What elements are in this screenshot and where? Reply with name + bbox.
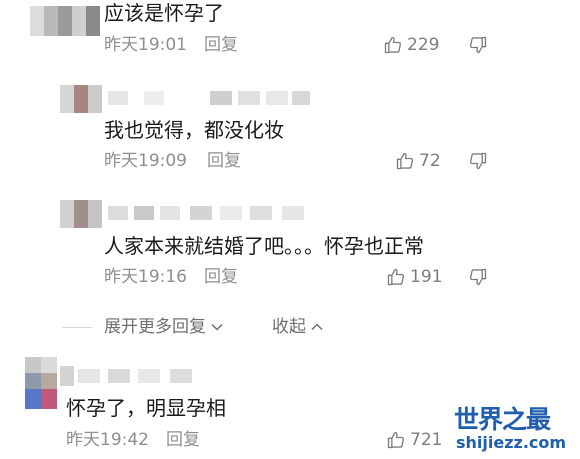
like-count: 191 — [410, 267, 443, 287]
comment-text: 应该是怀孕了 — [104, 1, 224, 25]
username-pixelated-4 — [60, 366, 210, 386]
expand-replies-label: 展开更多回复 — [104, 317, 206, 337]
comment-time: 昨天19:16 — [104, 267, 187, 287]
reply-button[interactable]: 回复 — [204, 35, 238, 55]
thumbs-up-icon — [384, 36, 402, 54]
like-count: 721 — [410, 430, 443, 450]
watermark-url: shijiezz.com — [456, 433, 567, 452]
username-pixelated-3 — [60, 200, 310, 228]
like-button[interactable]: 229 — [383, 34, 439, 56]
like-button[interactable]: 721 — [386, 429, 442, 451]
comment-time: 昨天19:09 — [104, 151, 187, 171]
reply-button[interactable]: 回复 — [166, 430, 200, 450]
comment-text: 怀孕了，明显孕相 — [66, 396, 226, 420]
thumbs-up-icon — [387, 431, 405, 449]
thumbs-up-icon — [396, 152, 414, 170]
like-count: 72 — [419, 151, 441, 171]
avatar-pixelated — [25, 357, 57, 409]
expand-replies-button[interactable]: 展开更多回复 — [104, 317, 224, 337]
watermark-title: 世界之最 — [454, 405, 551, 434]
thumbs-down-icon[interactable] — [468, 35, 488, 55]
comment-text: 我也觉得，都没化妆 — [104, 118, 284, 142]
watermark: 世界之最 shijiezz.com — [448, 400, 580, 459]
username-pixelated-1 — [30, 6, 100, 36]
like-count: 229 — [407, 35, 440, 55]
chevron-down-icon — [211, 323, 223, 331]
reply-button[interactable]: 回复 — [204, 267, 238, 287]
comment-time: 昨天19:01 — [104, 35, 187, 55]
reply-button[interactable]: 回复 — [207, 151, 241, 171]
comment-time: 昨天19:42 — [66, 430, 149, 450]
chevron-up-icon — [311, 323, 323, 331]
collapse-replies-button[interactable]: 收起 — [272, 317, 324, 337]
thumbs-down-icon[interactable] — [468, 151, 488, 171]
thumbs-down-icon[interactable] — [468, 267, 488, 287]
collapse-replies-label: 收起 — [272, 317, 306, 337]
username-pixelated-2 — [60, 85, 310, 113]
thumbs-up-icon — [387, 268, 405, 286]
like-button[interactable]: 191 — [386, 266, 442, 288]
comment-text: 人家本来就结婚了吧。。。怀孕也正常 — [104, 234, 424, 258]
thread-divider — [62, 327, 92, 328]
like-button[interactable]: 72 — [395, 150, 441, 172]
